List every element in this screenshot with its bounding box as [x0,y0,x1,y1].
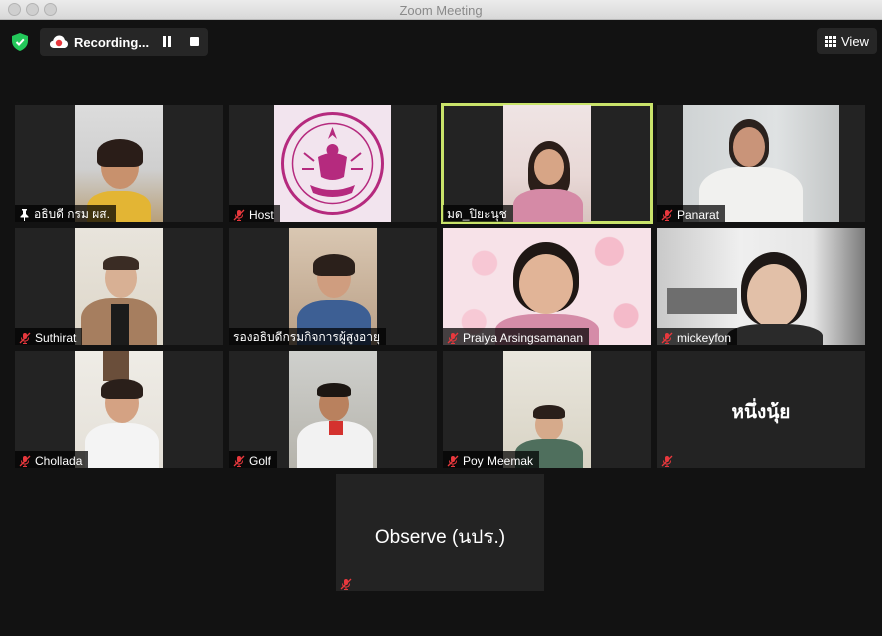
participant-tile[interactable]: อธิบดี กรม ผส. [15,105,223,222]
recording-label: Recording... [74,35,150,50]
participant-name: รองอธิบดีกรมกิจการผู้สูงอายุ [233,330,381,344]
mic-muted-icon [19,332,31,344]
participant-tile[interactable]: mickeyfon [657,228,865,345]
participant-video [75,228,163,345]
participant-name-tag: อธิบดี กรม ผส. [15,205,116,222]
participant-tile[interactable]: Panarat [657,105,865,222]
participant-tile[interactable]: Chollada [15,351,223,468]
recording-indicator: Recording... [40,28,208,56]
participant-name-tag: mickeyfon [657,328,738,345]
participant-name: มด_ปิยะนุช [447,207,507,221]
participant-name: Praiya Arsingsamanan [463,330,584,345]
participant-name: mickeyfon [677,330,732,345]
participant-name-tag: Poy Meemak [443,451,540,468]
grid-icon [825,36,836,47]
participant-tile[interactable]: Golf [229,351,437,468]
participant-name: Panarat [677,207,720,222]
participant-name-tag: Chollada [15,451,89,468]
participant-name: อธิบดี กรม ผส. [34,207,110,221]
pin-icon [20,208,29,221]
participant-tile[interactable]: Praiya Arsingsamanan [443,228,651,345]
participant-video [289,351,377,468]
participant-name-tag [657,451,679,468]
department-seal-logo [281,112,384,215]
participant-tile[interactable]: Host [229,105,437,222]
participant-name-tag: Suthirat [15,328,83,345]
mic-muted-icon [447,455,459,467]
participant-name-tag: Golf [229,451,278,468]
mic-muted-icon [661,455,673,467]
participant-tile-video-off[interactable]: Observe (นปร.) [336,474,544,591]
view-label: View [841,34,869,49]
participant-name: Chollada [35,453,83,468]
participant-name-tag: Panarat [657,205,726,222]
cloud-recording-icon [50,35,68,48]
participant-tile[interactable]: Poy Meemak [443,351,651,468]
participant-video [503,105,591,222]
pause-recording-button[interactable] [162,36,172,48]
participant-name: Poy Meemak [463,453,534,468]
window-titlebar: Zoom Meeting [0,0,882,20]
participant-name: Suthirat [35,330,77,345]
mic-muted-icon [340,578,352,590]
participant-name-tag: Praiya Arsingsamanan [443,328,590,345]
mic-muted-icon [233,209,245,221]
participant-name: Golf [249,453,272,468]
mic-muted-icon [19,455,31,467]
participant-name-tag: มด_ปิยะนุช [443,205,513,222]
view-button[interactable]: View [817,28,877,54]
participant-name-tag: Host [229,205,280,222]
participant-name: Host [249,207,274,222]
mic-muted-icon [661,209,673,221]
participant-name-centered: Observe (นปร.) [374,527,506,548]
participant-video [274,105,391,222]
participant-tile[interactable]: Suthirat [15,228,223,345]
participant-name-centered: หนึ่งนุ้ย [731,402,791,423]
mic-muted-icon [661,332,673,344]
participant-tile[interactable]: รองอธิบดีกรมกิจการผู้สูงอายุ [229,228,437,345]
security-shield-icon[interactable] [12,33,28,51]
window-title: Zoom Meeting [399,3,483,18]
participant-name-tag: รองอธิบดีกรมกิจการผู้สูงอายุ [229,328,387,345]
participant-tile-video-off[interactable]: หนึ่งนุ้ย [657,351,865,468]
stop-recording-button[interactable] [190,37,199,46]
meeting-area: Recording... View อธิบดี กรม ผส. Host มด… [0,20,882,636]
mic-muted-icon [233,455,245,467]
participant-tile-active-speaker[interactable]: มด_ปิยะนุช [441,103,653,224]
mic-muted-icon [447,332,459,344]
participant-name-tag [336,574,358,591]
